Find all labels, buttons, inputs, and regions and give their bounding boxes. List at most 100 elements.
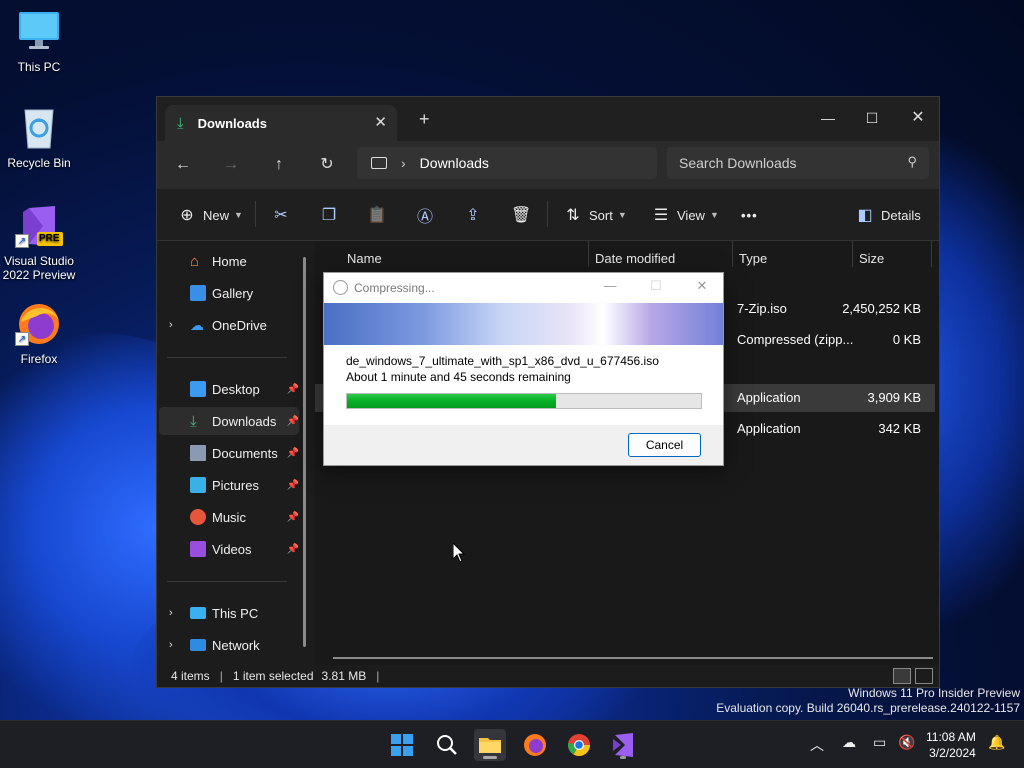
pin-icon: 📌 bbox=[286, 383, 299, 395]
clipboard-icon: 📋 bbox=[367, 207, 387, 224]
delete-button[interactable]: 🗑 bbox=[511, 203, 531, 227]
copy-button[interactable]: ❐ bbox=[319, 203, 339, 227]
view-button[interactable]: ☰ View ▼ bbox=[651, 203, 719, 227]
chevron-right-icon[interactable]: › bbox=[169, 319, 173, 331]
sidebar-item-videos[interactable]: Videos 📌 bbox=[159, 535, 299, 563]
horizontal-scrollbar[interactable] bbox=[333, 657, 933, 659]
size-cell: 3,909 KB bbox=[867, 390, 922, 405]
nav-scrollbar[interactable] bbox=[303, 257, 306, 647]
firefox-icon bbox=[524, 734, 546, 756]
sidebar-item-this-pc[interactable]: › This PC bbox=[159, 599, 299, 627]
new-button[interactable]: ⊕ New ▼ bbox=[177, 203, 243, 227]
desktop-icon-label: Recycle Bin bbox=[7, 156, 71, 170]
column-header-name[interactable]: Name bbox=[347, 251, 382, 266]
sidebar-item-onedrive[interactable]: › ☁ OneDrive bbox=[159, 311, 299, 339]
address-bar[interactable]: › Downloads bbox=[357, 147, 657, 179]
sidebar-item-network[interactable]: › Network bbox=[159, 631, 299, 659]
command-bar: ⊕ New ▼ ✂ ❐ 📋 Ⓐ ⇪ 🗑 ⇅ Sort ▼ ☰ View ▼ ••… bbox=[157, 189, 939, 241]
sidebar-item-gallery[interactable]: Gallery bbox=[159, 279, 299, 307]
maximize-button[interactable]: ☐ bbox=[849, 103, 895, 133]
details-pane-button[interactable]: ◧ Details bbox=[855, 203, 921, 227]
search-icon: ⚲ bbox=[907, 154, 917, 169]
chevron-down-icon: ▼ bbox=[617, 210, 627, 220]
details-pane-icon: ◧ bbox=[857, 207, 873, 224]
sidebar-item-music[interactable]: Music 📌 bbox=[159, 503, 299, 531]
close-button[interactable]: ✕ bbox=[895, 103, 941, 133]
shortcut-arrow-icon: ↗ bbox=[15, 332, 29, 346]
back-button[interactable]: ← bbox=[169, 151, 197, 179]
navigation-pane: ⌂ Home Gallery › ☁ OneDrive Desktop 📌 ⤓ … bbox=[157, 241, 307, 671]
share-button[interactable]: ⇪ bbox=[463, 203, 483, 227]
sidebar-item-home[interactable]: ⌂ Home bbox=[159, 247, 299, 275]
volume-muted-icon[interactable]: 🔇 bbox=[898, 735, 915, 751]
trash-icon: 🗑 bbox=[511, 207, 532, 224]
column-divider[interactable] bbox=[732, 241, 733, 267]
column-divider[interactable] bbox=[931, 241, 932, 267]
minimize-button[interactable]: — bbox=[805, 103, 851, 133]
nav-divider bbox=[167, 357, 287, 358]
details-label: Details bbox=[881, 207, 921, 223]
minimize-button[interactable]: — bbox=[596, 278, 624, 298]
column-header-date[interactable]: Date modified bbox=[595, 251, 675, 266]
column-divider[interactable] bbox=[588, 241, 589, 267]
taskbar-visual-studio[interactable] bbox=[607, 729, 639, 761]
details-view-button[interactable] bbox=[893, 668, 911, 684]
search-input[interactable]: Search Downloads ⚲ bbox=[667, 147, 929, 179]
more-options-button[interactable]: ••• bbox=[741, 203, 758, 227]
sidebar-item-pictures[interactable]: Pictures 📌 bbox=[159, 471, 299, 499]
taskbar-file-explorer[interactable] bbox=[474, 729, 506, 761]
taskbar-firefox[interactable] bbox=[519, 729, 551, 761]
tiles-view-button[interactable] bbox=[915, 668, 933, 684]
sidebar-item-label: Gallery bbox=[212, 285, 254, 301]
desktop-icon-visual-studio[interactable]: PRE ↗ Visual Studio 2022 Preview bbox=[1, 204, 77, 282]
taskbar-chrome[interactable] bbox=[563, 729, 595, 761]
cut-button[interactable]: ✂ bbox=[271, 203, 291, 227]
maximize-button[interactable]: ☐ bbox=[642, 278, 670, 298]
desktop-icon-this-pc[interactable]: This PC bbox=[1, 10, 77, 74]
mouse-cursor-icon bbox=[453, 543, 465, 563]
sort-button[interactable]: ⇅ Sort ▼ bbox=[563, 203, 627, 227]
paste-button[interactable]: 📋 bbox=[367, 203, 387, 227]
desktop-icon-recycle-bin[interactable]: Recycle Bin bbox=[1, 106, 77, 170]
tab-downloads[interactable]: ⤓ Downloads ✕ bbox=[165, 105, 397, 141]
breadcrumb-downloads[interactable]: Downloads bbox=[420, 155, 489, 171]
close-button[interactable]: ✕ bbox=[688, 278, 716, 298]
desktop-icon-label: This PC bbox=[17, 60, 61, 74]
cancel-button[interactable]: Cancel bbox=[628, 433, 701, 457]
desktop-icon-firefox[interactable]: ↗ Firefox bbox=[1, 302, 77, 366]
pin-icon: 📌 bbox=[286, 479, 299, 491]
desktop-icon-label: Firefox bbox=[20, 352, 58, 366]
sidebar-item-desktop[interactable]: Desktop 📌 bbox=[159, 375, 299, 403]
cloud-icon: ☁ bbox=[190, 317, 204, 333]
sidebar-item-downloads[interactable]: ⤓ Downloads 📌 bbox=[159, 407, 299, 435]
item-count: 4 items bbox=[171, 669, 210, 683]
new-tab-button[interactable]: + bbox=[419, 109, 430, 130]
refresh-button[interactable]: ↻ bbox=[313, 151, 341, 179]
start-button[interactable] bbox=[386, 729, 418, 761]
chevron-down-icon: ▼ bbox=[234, 210, 243, 220]
column-header-size[interactable]: Size bbox=[859, 251, 884, 266]
forward-button[interactable]: → bbox=[217, 151, 245, 179]
network-icon[interactable]: ▭ bbox=[873, 735, 886, 751]
toolbar-divider bbox=[255, 201, 256, 227]
column-header-type[interactable]: Type bbox=[739, 251, 767, 266]
up-button[interactable]: ↑ bbox=[265, 151, 293, 179]
close-tab-icon[interactable]: ✕ bbox=[374, 113, 387, 131]
search-button[interactable] bbox=[431, 729, 463, 761]
chevron-right-icon[interactable]: › bbox=[169, 639, 173, 651]
size-cell: 0 KB bbox=[892, 332, 921, 347]
notification-bell-icon[interactable]: 🔔 bbox=[988, 735, 1005, 751]
document-icon bbox=[190, 445, 206, 461]
column-divider[interactable] bbox=[852, 241, 853, 267]
system-clock[interactable]: 11:08 AM 3/2/2024 bbox=[926, 729, 976, 761]
desktop-icon-label: Visual Studio 2022 Preview bbox=[2, 254, 76, 282]
network-icon bbox=[190, 639, 206, 651]
sidebar-item-documents[interactable]: Documents 📌 bbox=[159, 439, 299, 467]
active-indicator bbox=[483, 756, 497, 759]
chevron-right-icon[interactable]: › bbox=[169, 607, 173, 619]
sidebar-item-label: Music bbox=[212, 509, 246, 525]
music-icon bbox=[190, 509, 206, 525]
cloud-offline-icon[interactable]: ☁ bbox=[842, 735, 856, 751]
show-hidden-icons-button[interactable]: ︿ bbox=[810, 735, 824, 755]
rename-button[interactable]: Ⓐ bbox=[415, 203, 435, 227]
